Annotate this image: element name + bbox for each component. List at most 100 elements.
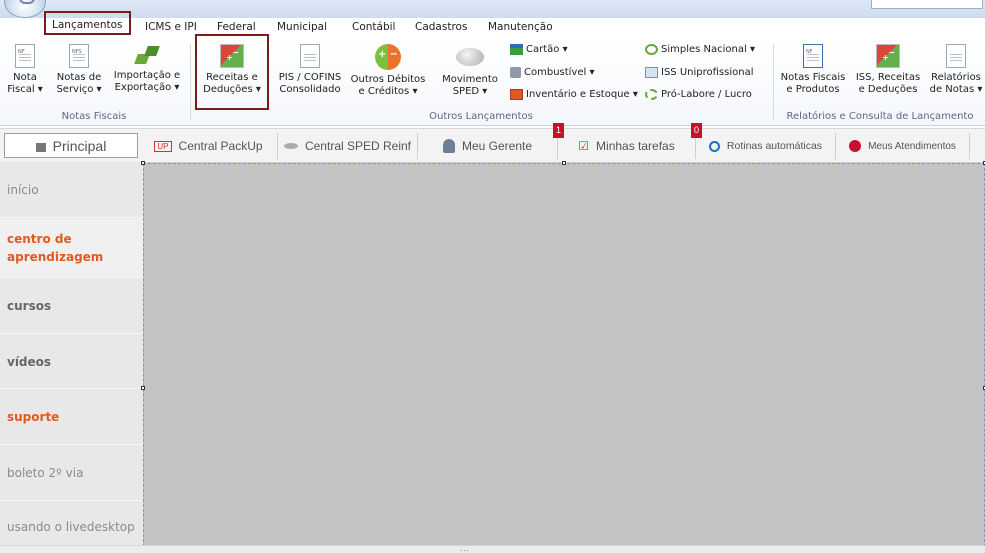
group-label-outros-lancamentos: Outros Lançamentos [429,111,533,122]
receitas-deducoes-icon: + − [220,44,244,68]
icon-tag: NF [806,49,813,55]
inventario-menu[interactable]: Inventário e Estoque ▾ [510,89,638,100]
ribbon-tab-manutencao[interactable]: Manutenção [488,21,553,33]
pis-cofins-button[interactable]: PIS / COFINS Consolidado [276,44,344,96]
ribbon-tab-bar: Lançamentos ICMS e IPI Federal Municipal… [0,11,985,38]
notas-produtos-icon: NF [803,44,823,68]
cartao-menu[interactable]: Cartão ▾ [510,44,568,55]
ribbon-tab-lancamentos[interactable]: Lançamentos [44,11,131,35]
group-divider [773,44,774,120]
gear-clock-icon [708,140,720,152]
button-label: e Deduções [858,84,918,95]
button-label: Deduções ▾ [203,84,261,95]
button-label: Movimento [442,74,498,85]
app-tab-bar: Principal UP Central PackUp Central SPED… [0,123,985,163]
nota-fiscal-icon: NF [15,44,35,68]
ribbon-tab-cadastros[interactable]: Cadastros [415,21,467,33]
ribbon-tab-municipal[interactable]: Municipal [277,21,327,33]
person-icon [442,139,455,153]
combustivel-menu[interactable]: Combustível ▾ [510,67,594,78]
group-label-notas-fiscais: Notas Fiscais [61,111,127,122]
sidebar-item-videos[interactable]: vídeos [0,335,143,389]
importacao-exportacao-button[interactable]: Importação e Exportação ▾ [110,44,184,94]
inventory-icon [510,89,523,100]
ribbon-tab-label: Lançamentos [52,19,123,31]
button-label: e Créditos ▾ [358,86,418,97]
checkbox-icon: ☑ [578,139,590,153]
tab-central-sped-reinf[interactable]: Central SPED Reinf [278,133,418,159]
tab-minhas-tarefas[interactable]: ☑ Minhas tarefas 0 [558,123,702,159]
group-divider [190,44,191,120]
tab-label: Meu Gerente [461,139,533,153]
sidebar: início centro de aprendizagem cursos víd… [0,162,144,552]
sidebar-item-cursos[interactable]: cursos [0,279,143,334]
tab-label: Meus Atendimentos [868,140,956,152]
button-label: Consolidado [279,84,341,95]
iss-receitas-deducoes-button[interactable]: + − ISS, Receitas e Deduções [854,44,922,96]
button-label: Notas Fiscais [780,72,846,83]
app-logo-icon [19,0,35,4]
sidebar-item-centro-aprendizagem[interactable]: centro de aprendizagem [0,219,143,278]
menu-label: ISS Uniprofissional [661,67,754,78]
debitos-creditos-icon: + − [375,44,401,70]
menu-label: Cartão ▾ [526,44,568,55]
ribbon-tab-contabil[interactable]: Contábil [352,21,395,33]
app-menu-button[interactable] [4,0,46,18]
tab-meu-gerente[interactable]: Meu Gerente 1 [418,123,564,159]
menu-label: Inventário e Estoque ▾ [526,89,638,100]
resize-handle[interactable] [562,161,566,165]
button-label: SPED ▾ [452,86,488,97]
ribbon-panel: NF Nota Fiscal ▾ NFS Notas de Serviço ▾ … [0,34,985,126]
pro-labore-icon [645,89,658,100]
button-label: Importação e [113,70,181,81]
icon-tag: NFS [72,49,82,55]
resize-handle[interactable] [141,161,145,165]
menu-label: Simples Nacional ▾ [661,44,755,55]
tab-rotinas-automaticas[interactable]: Rotinas automáticas [696,133,836,159]
pro-labore-button[interactable]: Pró-Labore / Lucro [645,89,752,100]
receitas-deducoes-button[interactable]: + − Receitas e Deduções ▾ [195,34,269,110]
nota-fiscal-button[interactable]: NF Nota Fiscal ▾ [4,44,46,96]
tab-principal[interactable]: Principal [4,133,138,158]
movimento-sped-button[interactable]: Movimento SPED ▾ [437,44,503,98]
icon-tag: NF [18,49,25,55]
card-icon [510,44,523,55]
pis-cofins-icon [300,44,320,68]
tab-meus-atendimentos[interactable]: Meus Atendimentos [836,133,970,159]
button-label: Relatórios [931,72,981,83]
relatorios-notas-button[interactable]: Relatórios de Notas ▾ [927,44,985,96]
button-label: de Notas ▾ [929,84,983,95]
button-label: PIS / COFINS [278,72,342,83]
group-label-relatorios: Relatórios e Consulta de Lançamento [786,111,974,122]
button-label: Outros Débitos [350,74,426,85]
home-icon [35,143,46,152]
packup-logo-icon: UP [154,140,172,152]
button-label: Fiscal ▾ [7,84,43,95]
ribbon-tab-federal[interactable]: Federal [217,21,256,33]
tab-label: Central PackUp [178,139,263,153]
resize-handle[interactable] [141,386,145,390]
ribbon-tab-icms-ipi[interactable]: ICMS e IPI [145,21,197,33]
iss-icon [645,67,658,78]
button-label: Exportação ▾ [114,82,180,93]
menu-label: Pró-Labore / Lucro [661,89,752,100]
button-label: ISS, Receitas [855,72,921,83]
notas-produtos-button[interactable]: NF Notas Fiscais e Produtos [778,44,848,96]
tab-central-packup[interactable]: UP Central PackUp [140,133,278,159]
button-label: Serviço ▾ [56,84,102,95]
notas-servico-button[interactable]: NFS Notas de Serviço ▾ [53,44,105,96]
tab-label: Minhas tarefas [596,139,675,153]
simples-nacional-menu[interactable]: Simples Nacional ▾ [645,44,755,55]
iss-uniprofissional-button[interactable]: ISS Uniprofissional [645,67,753,78]
title-search-box[interactable] [871,0,983,9]
title-bar [0,0,985,18]
simples-icon [645,44,658,55]
fuel-pump-icon [510,67,521,78]
sidebar-item-inicio[interactable]: início [0,162,143,218]
sidebar-item-suporte[interactable]: suporte [0,390,143,445]
sidebar-item-boleto[interactable]: boleto 2º via [0,446,143,501]
tab-label: Rotinas automáticas [726,140,823,152]
sped-disc-icon [455,44,485,70]
main-content-area[interactable] [141,161,985,547]
outros-debitos-button[interactable]: + − Outros Débitos e Créditos ▾ [350,44,426,98]
